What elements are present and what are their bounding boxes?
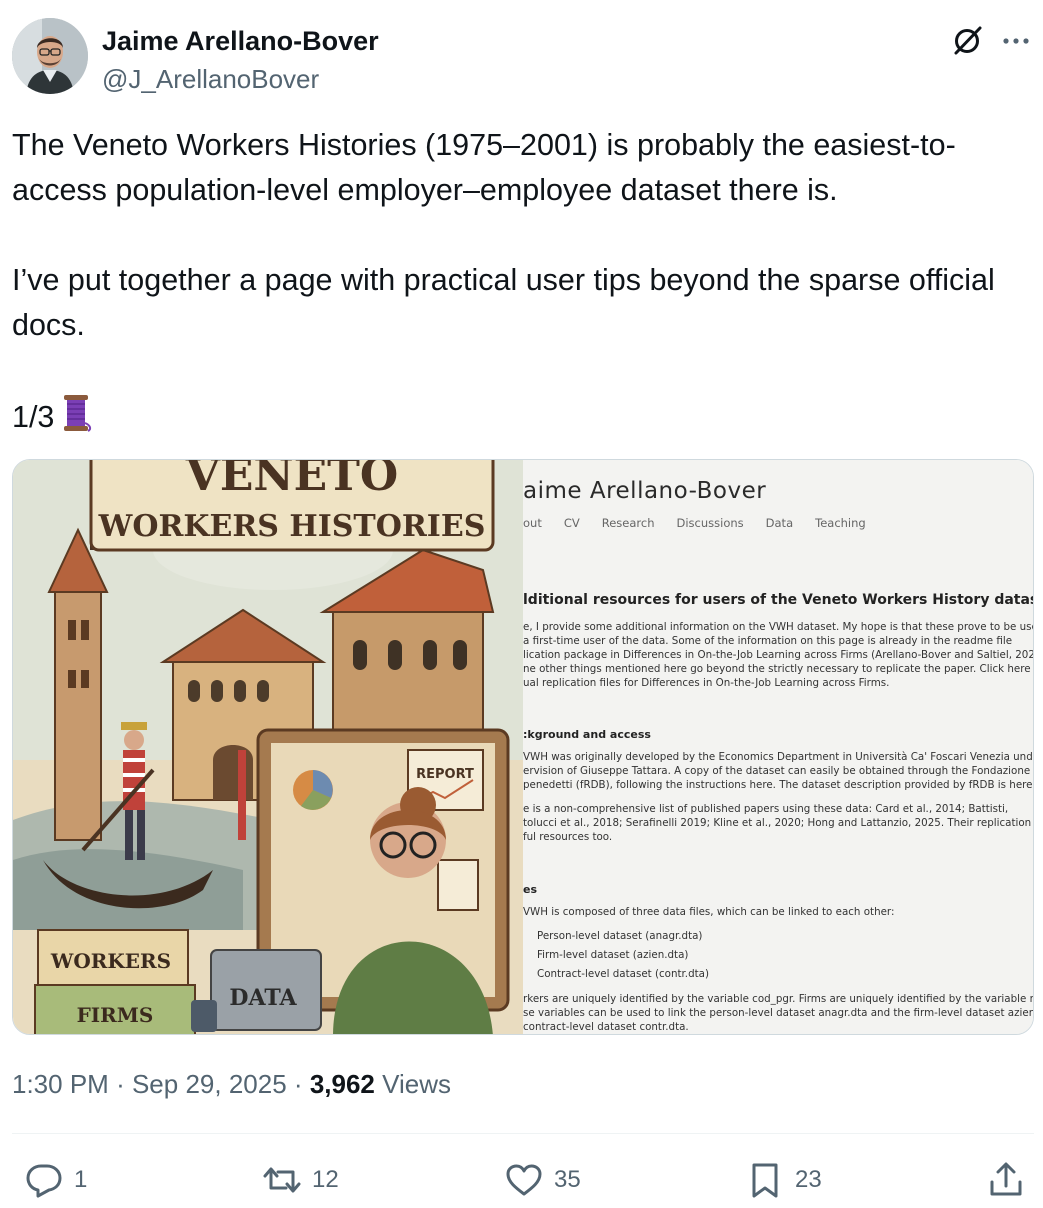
site-section1-line: ervision of Giuseppe Tattara. A copy of … — [523, 765, 1034, 777]
avatar-image — [12, 18, 88, 94]
site-intro-line: ual replication files for Differences in… — [523, 677, 890, 689]
site-heading: lditional resources for users of the Ven… — [523, 592, 1033, 608]
site-file-item: Contract-level dataset (contr.dta) — [537, 968, 709, 980]
reply-button[interactable]: 1 — [24, 1155, 87, 1205]
book-workers-label: WORKERS — [50, 949, 171, 973]
thread-spool-icon — [58, 393, 94, 433]
site-closing-line: se variables can be used to link the per… — [523, 1007, 1034, 1019]
tweet-text: The Veneto Workers Histories (1975–2001)… — [12, 123, 1022, 440]
tweet-timestamp: 1:30 PM · Sep 29, 2025 · 3,962 Views — [12, 1069, 451, 1100]
site-intro-line: ne other things mentioned here go beyond… — [523, 663, 1034, 675]
bookmark-count: 23 — [795, 1166, 822, 1193]
illustration-title-2: WORKERS HISTORIES — [98, 509, 486, 544]
bookmark-button[interactable]: 23 — [745, 1155, 822, 1205]
book-firms-label: FIRMS — [77, 1003, 154, 1027]
site-closing-line: rkers are uniquely identified by the var… — [523, 993, 1034, 1005]
tweet-paragraph-1: The Veneto Workers Histories (1975–2001)… — [12, 128, 956, 207]
bookmark-icon — [752, 1163, 778, 1198]
media-image[interactable]: VENETO WORKERS HISTORIES REPORT DATA WOR… — [12, 459, 1034, 1035]
views-count: 3,962 — [309, 1069, 375, 1099]
site-file-item: Person-level dataset (anagr.dta) — [537, 930, 703, 942]
heart-icon — [506, 1164, 542, 1196]
site-file-item: Firm-level dataset (azien.dta) — [537, 949, 689, 961]
site-section1-line: e is a non-comprehensive list of publish… — [523, 803, 1009, 815]
site-section1-line: tolucci et al., 2018; Serafinelli 2019; … — [523, 817, 1034, 829]
meta-separator: · — [293, 1069, 303, 1099]
veneto-illustration: VENETO WORKERS HISTORIES REPORT DATA WOR… — [13, 460, 523, 1034]
tweet-paragraph-3: 1/3 — [12, 393, 1022, 440]
site-nav-item: Research — [601, 516, 655, 530]
site-closing-line: contract-level dataset contr.dta. — [523, 1021, 689, 1033]
laptop-label: DATA — [229, 985, 297, 1011]
like-button[interactable]: 35 — [504, 1155, 581, 1205]
site-section1-line: penedetti (fRDB), following the instruct… — [523, 779, 1034, 791]
repost-icon — [263, 1167, 301, 1193]
site-section-title: :kground and access — [523, 728, 651, 741]
share-button[interactable] — [986, 1155, 1026, 1205]
divider — [12, 1133, 1034, 1134]
site-nav-item: Data — [765, 516, 794, 530]
webpage-screenshot-panel: aime Arellano-Bover out CV Research Disc… — [523, 460, 1034, 1034]
author-name[interactable]: Jaime Arellano-Bover — [102, 26, 379, 57]
illustration-panel: VENETO WORKERS HISTORIES REPORT DATA WOR… — [13, 460, 523, 1034]
site-section-title: es — [523, 883, 538, 896]
report-label: REPORT — [416, 767, 474, 782]
site-intro-line: e, I provide some additional information… — [523, 621, 1034, 633]
illustration-title-1: VENETO — [185, 460, 399, 501]
reply-count: 1 — [74, 1166, 88, 1193]
meta-separator: · — [116, 1069, 125, 1099]
share-icon — [990, 1162, 1022, 1196]
site-section2-intro: VWH is composed of three data files, whi… — [523, 906, 895, 918]
site-intro-line: lication package in Differences in On-th… — [523, 649, 1034, 661]
site-section1-line: ful resources too. — [523, 831, 613, 843]
avatar[interactable] — [12, 18, 88, 94]
tweet-header: Jaime Arellano-Bover @J_ArellanoBover — [12, 18, 1032, 98]
tweet-time[interactable]: 1:30 PM — [12, 1069, 109, 1099]
views-label: Views — [382, 1069, 452, 1099]
action-bar: 1 12 35 23 — [12, 1155, 1034, 1205]
site-nav-item: CV — [563, 516, 580, 530]
site-section1-line: VWH was originally developed by the Econ… — [523, 751, 1033, 763]
site-nav-item: Teaching — [815, 516, 866, 530]
tweet-paragraph-2: I’ve put together a page with practical … — [12, 263, 1004, 342]
repost-button[interactable]: 12 — [262, 1155, 339, 1205]
site-nav-item: out — [523, 516, 542, 530]
thread-counter: 1/3 — [12, 400, 55, 434]
author-handle[interactable]: @J_ArellanoBover — [102, 64, 319, 95]
site-nav-item: Discussions — [676, 516, 744, 530]
site-title: aime Arellano-Bover — [523, 478, 767, 504]
reply-icon — [26, 1164, 62, 1198]
grok-icon[interactable] — [950, 22, 986, 58]
like-count: 35 — [554, 1166, 581, 1193]
site-intro-line: a first-time user of the data. Some of t… — [523, 635, 1013, 647]
site-nav: out CV Research Discussions Data Teachin… — [523, 516, 866, 530]
repost-count: 12 — [312, 1166, 339, 1193]
more-options-icon[interactable] — [998, 22, 1034, 58]
tweet-date[interactable]: Sep 29, 2025 — [132, 1069, 287, 1099]
